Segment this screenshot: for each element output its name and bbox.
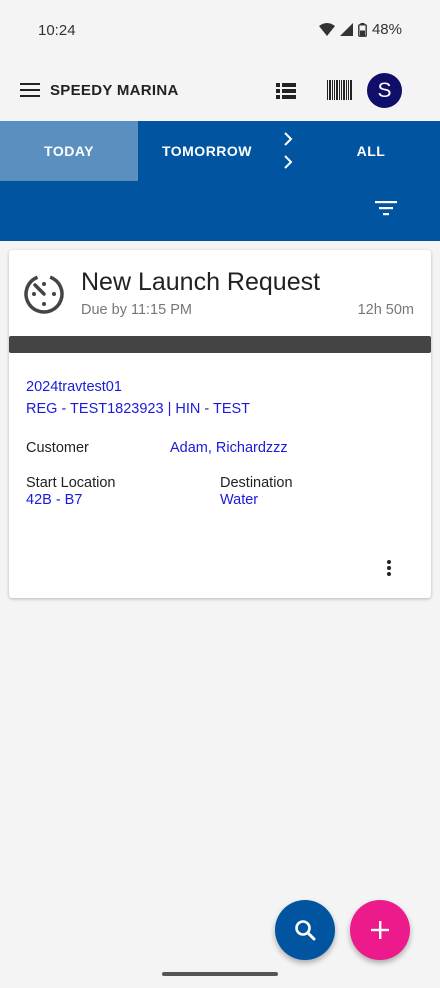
start-location-link[interactable]: 42B - B7 — [26, 492, 82, 508]
due-time: Due by 11:15 PM — [81, 302, 192, 318]
status-bar: 10:24 48% — [0, 0, 440, 62]
status-time: 10:24 — [38, 22, 76, 39]
tab-panel: TODAY TOMORROW ALL — [0, 121, 440, 241]
chevron-right-icon[interactable] — [280, 131, 298, 171]
timer-icon — [24, 274, 64, 314]
app-bar: SPEEDY MARINA S — [0, 62, 440, 121]
battery-percent: 48% — [371, 21, 402, 38]
customer-link[interactable]: Adam, Richardzzz — [170, 440, 288, 456]
request-card[interactable]: New Launch Request Due by 11:15 PM 12h 5… — [9, 250, 431, 598]
avatar[interactable]: S — [367, 73, 402, 108]
time-remaining: 12h 50m — [357, 302, 414, 318]
search-button[interactable] — [275, 900, 335, 960]
tab-today[interactable]: TODAY — [0, 121, 138, 181]
app-title: SPEEDY MARINA — [50, 82, 179, 99]
add-button[interactable] — [350, 900, 410, 960]
vessel-name-link[interactable]: 2024travtest01 — [26, 379, 122, 395]
add-icon — [371, 921, 389, 939]
vessel-reg-link[interactable]: REG - TEST1823923 | HIN - TEST — [26, 401, 250, 417]
menu-icon[interactable] — [20, 82, 40, 98]
barcode-icon[interactable] — [326, 78, 354, 102]
filter-icon[interactable] — [375, 199, 397, 217]
search-icon — [295, 920, 316, 941]
tab-all[interactable]: ALL — [302, 121, 440, 181]
start-location-label: Start Location — [26, 475, 116, 491]
list-icon[interactable] — [276, 82, 296, 100]
home-indicator[interactable] — [162, 972, 278, 976]
customer-label: Customer — [26, 440, 89, 456]
destination-link[interactable]: Water — [220, 492, 258, 508]
more-vert-icon[interactable] — [383, 558, 395, 578]
destination-label: Destination — [220, 475, 293, 491]
wifi-icon — [318, 23, 335, 36]
status-icons: 48% — [318, 21, 402, 38]
tab-tomorrow[interactable]: TOMORROW — [138, 121, 276, 181]
signal-icon — [339, 23, 353, 36]
card-divider — [9, 336, 431, 353]
battery-icon — [358, 22, 367, 37]
card-title: New Launch Request — [81, 268, 321, 296]
